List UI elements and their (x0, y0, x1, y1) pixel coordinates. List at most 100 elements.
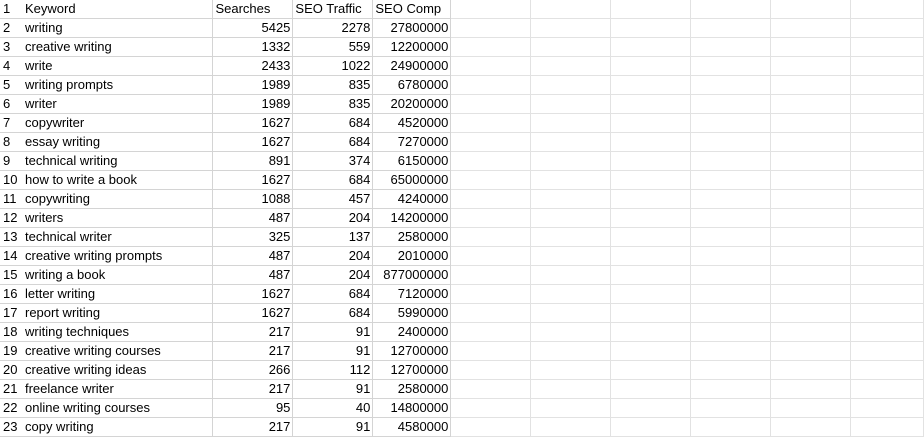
empty-cell[interactable] (770, 208, 851, 228)
cell[interactable]: 14800000 (372, 398, 452, 418)
empty-cell[interactable] (610, 94, 692, 114)
empty-cell[interactable] (450, 56, 532, 76)
empty-cell[interactable] (610, 18, 692, 38)
empty-cell[interactable] (450, 341, 532, 361)
empty-cell[interactable] (450, 417, 532, 437)
cell[interactable]: 1088 (212, 189, 294, 209)
empty-cell[interactable] (850, 227, 924, 247)
empty-cell[interactable] (850, 0, 924, 19)
cell[interactable]: 204 (292, 208, 374, 228)
cell[interactable]: 2278 (292, 18, 374, 38)
cell[interactable]: freelance writer (22, 379, 214, 399)
empty-cell[interactable] (770, 0, 851, 19)
empty-cell[interactable] (530, 37, 612, 57)
empty-cell[interactable] (530, 132, 612, 152)
empty-cell[interactable] (450, 284, 532, 304)
empty-cell[interactable] (610, 341, 692, 361)
empty-cell[interactable] (450, 132, 532, 152)
empty-cell[interactable] (850, 284, 924, 304)
cell[interactable]: 7270000 (372, 132, 452, 152)
cell[interactable]: 1989 (212, 75, 294, 95)
empty-cell[interactable] (690, 75, 772, 95)
column-header[interactable]: SEO Traffic (292, 0, 374, 19)
empty-cell[interactable] (850, 360, 924, 380)
empty-cell[interactable] (690, 37, 772, 57)
empty-cell[interactable] (610, 132, 692, 152)
empty-cell[interactable] (770, 360, 851, 380)
empty-cell[interactable] (770, 227, 851, 247)
empty-cell[interactable] (610, 398, 692, 418)
cell[interactable]: creative writing ideas (22, 360, 214, 380)
cell[interactable]: 12700000 (372, 360, 452, 380)
empty-cell[interactable] (690, 398, 772, 418)
empty-cell[interactable] (530, 398, 612, 418)
empty-cell[interactable] (530, 379, 612, 399)
empty-cell[interactable] (850, 341, 924, 361)
cell[interactable]: 91 (292, 322, 374, 342)
cell[interactable]: 325 (212, 227, 294, 247)
cell[interactable]: 40 (292, 398, 374, 418)
empty-cell[interactable] (850, 322, 924, 342)
empty-cell[interactable] (530, 246, 612, 266)
cell[interactable]: creative writing prompts (22, 246, 214, 266)
empty-cell[interactable] (530, 18, 612, 38)
cell[interactable]: online writing courses (22, 398, 214, 418)
empty-cell[interactable] (690, 18, 772, 38)
empty-cell[interactable] (690, 227, 772, 247)
empty-cell[interactable] (450, 398, 532, 418)
empty-cell[interactable] (770, 75, 851, 95)
cell[interactable]: copywriter (22, 113, 214, 133)
cell[interactable]: 684 (292, 113, 374, 133)
empty-cell[interactable] (530, 417, 612, 437)
empty-cell[interactable] (690, 151, 772, 171)
empty-cell[interactable] (450, 265, 532, 285)
empty-cell[interactable] (530, 189, 612, 209)
empty-cell[interactable] (770, 322, 851, 342)
empty-cell[interactable] (770, 132, 851, 152)
empty-cell[interactable] (530, 56, 612, 76)
empty-cell[interactable] (450, 18, 532, 38)
cell[interactable]: 457 (292, 189, 374, 209)
cell[interactable]: 6780000 (372, 75, 452, 95)
empty-cell[interactable] (530, 0, 612, 19)
empty-cell[interactable] (610, 246, 692, 266)
empty-cell[interactable] (850, 208, 924, 228)
empty-cell[interactable] (690, 379, 772, 399)
cell[interactable]: 684 (292, 303, 374, 323)
cell[interactable]: 2010000 (372, 246, 452, 266)
empty-cell[interactable] (530, 113, 612, 133)
empty-cell[interactable] (850, 379, 924, 399)
cell[interactable]: technical writer (22, 227, 214, 247)
cell[interactable]: copywriting (22, 189, 214, 209)
cell[interactable]: creative writing courses (22, 341, 214, 361)
empty-cell[interactable] (690, 284, 772, 304)
empty-cell[interactable] (850, 113, 924, 133)
empty-cell[interactable] (770, 18, 851, 38)
empty-cell[interactable] (610, 379, 692, 399)
empty-cell[interactable] (450, 37, 532, 57)
cell[interactable]: 835 (292, 75, 374, 95)
cell[interactable]: 877000000 (372, 265, 452, 285)
empty-cell[interactable] (850, 18, 924, 38)
cell[interactable]: writing (22, 18, 214, 38)
cell[interactable]: 95 (212, 398, 294, 418)
empty-cell[interactable] (610, 227, 692, 247)
empty-cell[interactable] (770, 37, 851, 57)
empty-cell[interactable] (450, 75, 532, 95)
empty-cell[interactable] (770, 303, 851, 323)
empty-cell[interactable] (610, 284, 692, 304)
cell[interactable]: 217 (212, 322, 294, 342)
cell[interactable]: 5425 (212, 18, 294, 38)
cell[interactable]: 217 (212, 379, 294, 399)
cell[interactable]: 1627 (212, 113, 294, 133)
empty-cell[interactable] (450, 360, 532, 380)
empty-cell[interactable] (850, 246, 924, 266)
empty-cell[interactable] (690, 360, 772, 380)
empty-cell[interactable] (450, 379, 532, 399)
cell[interactable]: 91 (292, 417, 374, 437)
empty-cell[interactable] (770, 284, 851, 304)
cell[interactable]: 1627 (212, 303, 294, 323)
empty-cell[interactable] (530, 94, 612, 114)
cell[interactable]: 684 (292, 170, 374, 190)
cell[interactable]: 217 (212, 417, 294, 437)
